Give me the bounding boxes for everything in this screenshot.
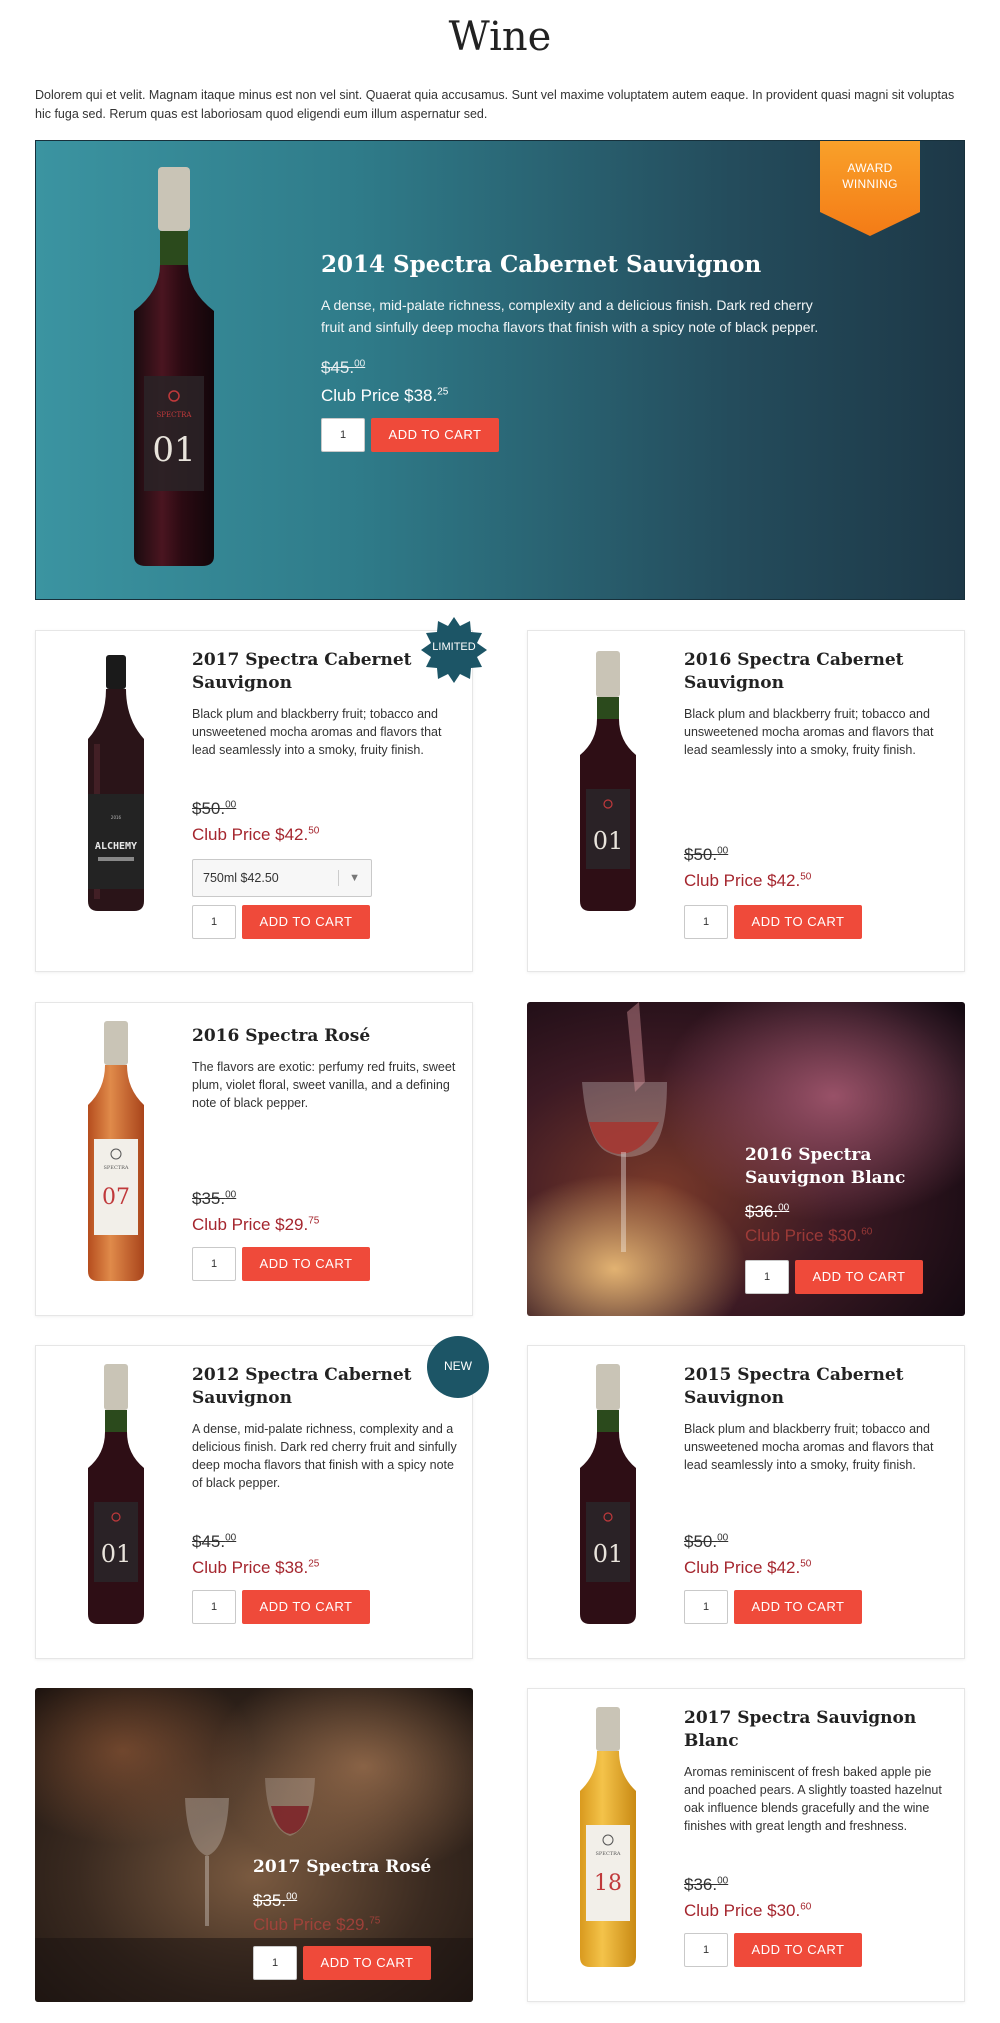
wine-name: 2017 Spectra Cabernet Sauvignon xyxy=(192,650,412,693)
regular-price: $45.00 xyxy=(192,1532,237,1551)
product-card: SPECTRA 07 2016 Spectra Rosé The flavors… xyxy=(35,1002,473,1316)
wine-description: Aromas reminiscent of fresh baked apple … xyxy=(684,1765,942,1833)
wine-bottle-image: SPECTRA 18 xyxy=(568,1705,648,1975)
quantity-input[interactable]: 1 xyxy=(321,418,365,452)
regular-price: $35.00 xyxy=(192,1189,237,1208)
bottle-brand: SPECTRA xyxy=(104,1165,129,1171)
wine-description: Black plum and blackberry fruit; tobacco… xyxy=(684,1422,934,1472)
bottle-number: 18 xyxy=(594,1871,622,1896)
product-card: 01 2015 Spectra Cabernet Sauvignon Black… xyxy=(527,1345,965,1659)
wine-bottle-image: 01 xyxy=(76,1362,156,1632)
wine-name: 2017 Spectra Sauvignon Blanc xyxy=(684,1708,917,1751)
wine-name: 2014 Spectra Cabernet Sauvignon xyxy=(321,251,762,278)
product-card: SPECTRA 18 2017 Spectra Sauvignon Blanc … xyxy=(527,1688,965,2002)
wine-bottle-image: SPECTRA 01 xyxy=(114,161,234,571)
featured-wine-banner: SPECTRA 01 AWARD WINNING 2014 Spectra Cab… xyxy=(35,140,965,600)
bottle-number: 01 xyxy=(593,1540,624,1568)
product-photo-card: 2017 Spectra Rosé $35.00 Club Price $29.… xyxy=(35,1688,473,2002)
quantity-input[interactable]: 1 xyxy=(192,1247,236,1281)
quantity-input[interactable]: 1 xyxy=(745,1260,789,1294)
wine-bottle-image: 2016 ALCHEMY xyxy=(76,649,156,919)
svg-text:2016: 2016 xyxy=(111,815,122,820)
regular-price: $50.00 xyxy=(684,845,729,864)
regular-price: $35.00 xyxy=(253,1891,298,1910)
add-to-cart-button[interactable]: ADD TO CART xyxy=(371,418,499,452)
bottle-label: ALCHEMY xyxy=(95,841,137,852)
wine-name: 2017 Spectra Rosé xyxy=(253,1857,432,1877)
product-card: 01 NEW 2012 Spectra Cabernet Sauvignon A… xyxy=(35,1336,489,1659)
product-card: 01 2016 Spectra Cabernet Sauvignon Black… xyxy=(527,630,965,972)
wine-name: 2016 Spectra Sauvignon Blanc xyxy=(745,1145,906,1188)
club-price: Club Price $42.50 xyxy=(192,825,320,844)
wine-name: 2016 Spectra Cabernet Sauvignon xyxy=(684,650,904,693)
add-to-cart-button[interactable]: ADD TO CART xyxy=(734,905,862,939)
club-price: Club Price $38.25 xyxy=(192,1558,320,1577)
quantity-input[interactable]: 1 xyxy=(684,905,728,939)
wine-name: 2012 Spectra Cabernet Sauvignon xyxy=(192,1365,412,1408)
wine-description: Black plum and blackberry fruit; tobacco… xyxy=(684,707,934,757)
product-card: 2016 ALCHEMY LIMITED 2017 Spectra Cabern… xyxy=(35,617,487,972)
club-price: Club Price $30.60 xyxy=(745,1226,873,1245)
chevron-down-icon: ▼ xyxy=(349,872,360,884)
bottle-number: 07 xyxy=(102,1185,130,1210)
hero-info: 2014 Spectra Cabernet Sauvignon A dense,… xyxy=(321,251,821,452)
add-to-cart-button[interactable]: ADD TO CART xyxy=(242,1247,370,1281)
add-to-cart-button[interactable]: ADD TO CART xyxy=(242,905,370,939)
add-to-cart-button[interactable]: ADD TO CART xyxy=(242,1590,370,1624)
quantity-input[interactable]: 1 xyxy=(684,1590,728,1624)
bottle-number: 01 xyxy=(152,430,195,470)
add-to-cart-button[interactable]: ADD TO CART xyxy=(795,1260,923,1294)
bottle-number: 01 xyxy=(101,1540,132,1568)
club-price: Club Price $29.75 xyxy=(253,1915,381,1934)
add-to-cart-button[interactable]: ADD TO CART xyxy=(734,1590,862,1624)
quantity-input[interactable]: 1 xyxy=(192,905,236,939)
wine-description: A dense, mid-palate richness, complexity… xyxy=(321,297,819,335)
bottle-number: 01 xyxy=(593,827,624,855)
wine-description: Black plum and blackberry fruit; tobacco… xyxy=(192,707,442,757)
wine-bottle-image: 01 xyxy=(568,1362,648,1632)
club-price: Club Price $38.25 xyxy=(321,386,449,405)
size-select[interactable]: 750ml $42.50 ▼ xyxy=(192,859,372,897)
bottle-brand: SPECTRA xyxy=(596,1851,621,1857)
wine-name: 2015 Spectra Cabernet Sauvignon xyxy=(684,1365,904,1408)
regular-price: $36.00 xyxy=(684,1875,729,1894)
club-price: Club Price $42.50 xyxy=(684,871,812,890)
regular-price: $36.00 xyxy=(745,1202,790,1221)
wine-description: The flavors are exotic: perfumy red frui… xyxy=(192,1060,456,1110)
page-title: Wine xyxy=(448,14,552,60)
product-photo-card: 2016 Spectra Sauvignon Blanc $36.00 Club… xyxy=(527,1002,965,1316)
club-price: Club Price $30.60 xyxy=(684,1901,812,1920)
add-to-cart-button[interactable]: ADD TO CART xyxy=(303,1946,431,1980)
regular-price: $50.00 xyxy=(192,799,237,818)
bottle-brand: SPECTRA xyxy=(157,411,193,419)
add-to-cart-button[interactable]: ADD TO CART xyxy=(734,1933,862,1967)
quantity-input[interactable]: 1 xyxy=(684,1933,728,1967)
award-winning-badge: AWARD WINNING xyxy=(820,141,920,236)
wine-name: 2016 Spectra Rosé xyxy=(192,1026,371,1046)
regular-price: $50.00 xyxy=(684,1532,729,1551)
wine-bottle-image: 01 xyxy=(568,649,648,919)
club-price: Club Price $42.50 xyxy=(684,1558,812,1577)
regular-price: $45.00 xyxy=(321,358,366,377)
wine-bottle-image: SPECTRA 07 xyxy=(76,1019,156,1289)
club-price: Club Price $29.75 xyxy=(192,1215,320,1234)
intro-text: Dolorem qui et velit. Magnam itaque minu… xyxy=(35,88,955,121)
quantity-input[interactable]: 1 xyxy=(253,1946,297,1980)
wine-description: A dense, mid-palate richness, complexity… xyxy=(192,1422,457,1490)
quantity-input[interactable]: 1 xyxy=(192,1590,236,1624)
